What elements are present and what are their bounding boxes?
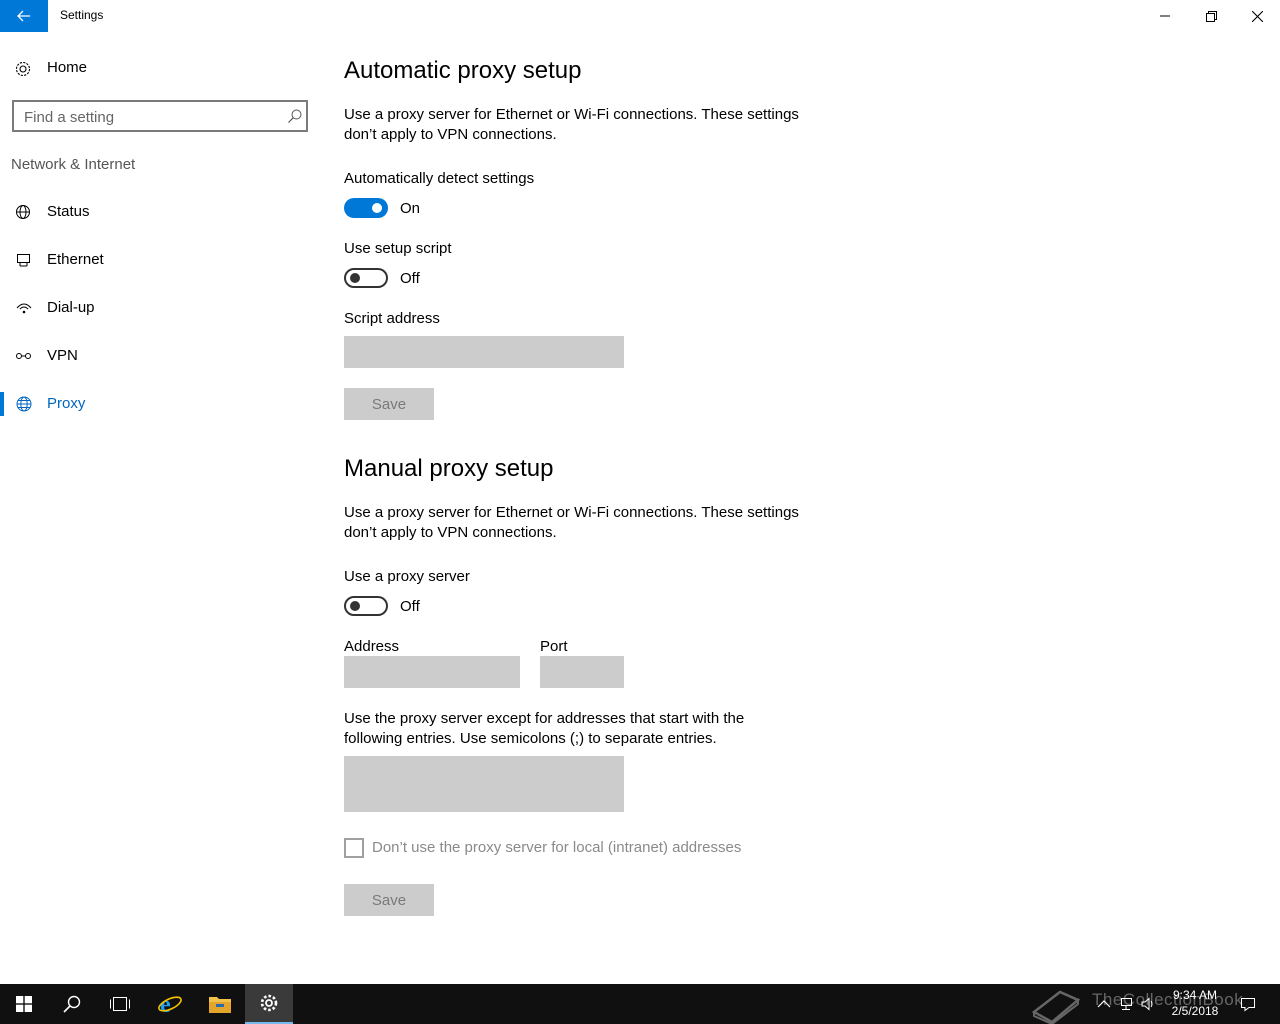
sidebar-item-vpn[interactable]: VPN xyxy=(0,336,320,376)
windows-logo-icon xyxy=(16,996,32,1012)
taskbar-edge-button[interactable]: e xyxy=(146,984,194,1024)
sidebar-item-label: Status xyxy=(47,203,90,220)
gear-icon xyxy=(260,994,278,1012)
toggle-knob xyxy=(372,203,382,213)
sidebar-item-label: Dial-up xyxy=(47,299,95,316)
sidebar-item-label: Ethernet xyxy=(47,251,104,268)
sidebar-item-dial-up[interactable]: Dial-up xyxy=(0,288,320,328)
search-box[interactable] xyxy=(12,100,308,132)
gear-icon xyxy=(15,61,31,77)
search-icon[interactable] xyxy=(288,109,302,123)
script-address-label: Script address xyxy=(344,310,440,327)
exceptions-description: Use the proxy server except for addresse… xyxy=(344,710,745,747)
start-button[interactable] xyxy=(0,984,48,1024)
script-address-field[interactable] xyxy=(344,336,624,368)
port-field[interactable] xyxy=(540,656,624,688)
automatic-proxy-description: Use a proxy server for Ethernet or Wi-Fi… xyxy=(344,106,799,143)
back-button[interactable] xyxy=(0,0,48,32)
tray-clock[interactable]: 9:34 AM 2/5/2018 xyxy=(1160,987,1230,1019)
title-bar: Settings xyxy=(0,0,1280,32)
dialup-icon xyxy=(16,303,32,314)
globe-icon xyxy=(16,396,32,412)
use-proxy-label: Use a proxy server xyxy=(344,568,470,585)
port-label: Port xyxy=(540,638,568,655)
close-icon xyxy=(1251,10,1263,22)
sidebar-item-label: Proxy xyxy=(47,395,86,412)
taskbar-search-button[interactable] xyxy=(48,984,96,1024)
sidebar-item-label: VPN xyxy=(47,347,78,364)
sidebar-section-title: Network & Internet xyxy=(11,156,136,173)
task-view-icon xyxy=(110,997,130,1011)
chevron-up-icon[interactable] xyxy=(1096,996,1112,1012)
setup-script-label: Use setup script xyxy=(344,240,452,257)
sidebar-item-status[interactable]: Status xyxy=(0,192,320,232)
book-logo-icon xyxy=(1031,990,1081,1024)
task-view-button[interactable] xyxy=(96,984,144,1024)
exceptions-field[interactable] xyxy=(344,756,624,812)
ethernet-icon xyxy=(17,254,30,267)
manual-proxy-heading: Manual proxy setup xyxy=(344,455,554,482)
manual-save-button[interactable]: Save xyxy=(344,884,434,916)
taskbar: e TheCollectionBook 9:34 AM 2/5/2018 xyxy=(0,984,1280,1024)
clock-date: 2/5/2018 xyxy=(1171,1004,1219,1018)
sidebar-item-home[interactable]: Home xyxy=(0,48,320,88)
setup-script-state: Off xyxy=(400,270,420,287)
sidebar-item-label: Home xyxy=(47,59,88,76)
auto-detect-state: On xyxy=(400,200,421,217)
local-addresses-label: Don’t use the proxy server for local (in… xyxy=(372,839,742,856)
active-indicator xyxy=(0,392,4,416)
taskbar-file-explorer-button[interactable] xyxy=(196,984,244,1024)
internet-explorer-icon: e xyxy=(158,992,182,1017)
globe-status-icon xyxy=(16,205,30,219)
automatic-proxy-heading: Automatic proxy setup xyxy=(344,57,582,84)
address-label: Address xyxy=(344,638,400,655)
setup-script-toggle[interactable] xyxy=(344,268,388,288)
sidebar-item-ethernet[interactable]: Ethernet xyxy=(0,240,320,280)
auto-detect-label: Automatically detect settings xyxy=(344,170,535,187)
restore-button[interactable] xyxy=(1188,0,1234,32)
use-proxy-state: Off xyxy=(400,598,420,615)
window-title: Settings xyxy=(60,8,104,22)
back-arrow-icon xyxy=(17,10,30,22)
close-button[interactable] xyxy=(1234,0,1280,32)
address-field[interactable] xyxy=(344,656,520,688)
minimize-button[interactable] xyxy=(1142,0,1188,32)
vpn-icon xyxy=(16,353,31,359)
manual-proxy-description: Use a proxy server for Ethernet or Wi-Fi… xyxy=(344,504,799,541)
folder-icon xyxy=(209,997,231,1013)
search-input[interactable] xyxy=(24,107,274,127)
search-icon xyxy=(63,995,81,1013)
auto-detect-toggle[interactable] xyxy=(344,198,388,218)
restore-icon xyxy=(1205,10,1217,22)
automatic-save-button[interactable]: Save xyxy=(344,388,434,420)
minimize-icon xyxy=(1160,15,1170,17)
network-icon[interactable] xyxy=(1118,996,1134,1012)
sidebar-item-proxy[interactable]: Proxy xyxy=(0,384,320,424)
action-center-icon[interactable] xyxy=(1240,996,1256,1012)
toggle-knob xyxy=(350,273,360,283)
taskbar-settings-button[interactable] xyxy=(245,984,293,1024)
local-addresses-checkbox[interactable] xyxy=(344,838,364,858)
use-proxy-toggle[interactable] xyxy=(344,596,388,616)
toggle-knob xyxy=(350,601,360,611)
volume-icon[interactable] xyxy=(1140,996,1156,1012)
clock-time: 9:34 AM xyxy=(1172,988,1218,1002)
